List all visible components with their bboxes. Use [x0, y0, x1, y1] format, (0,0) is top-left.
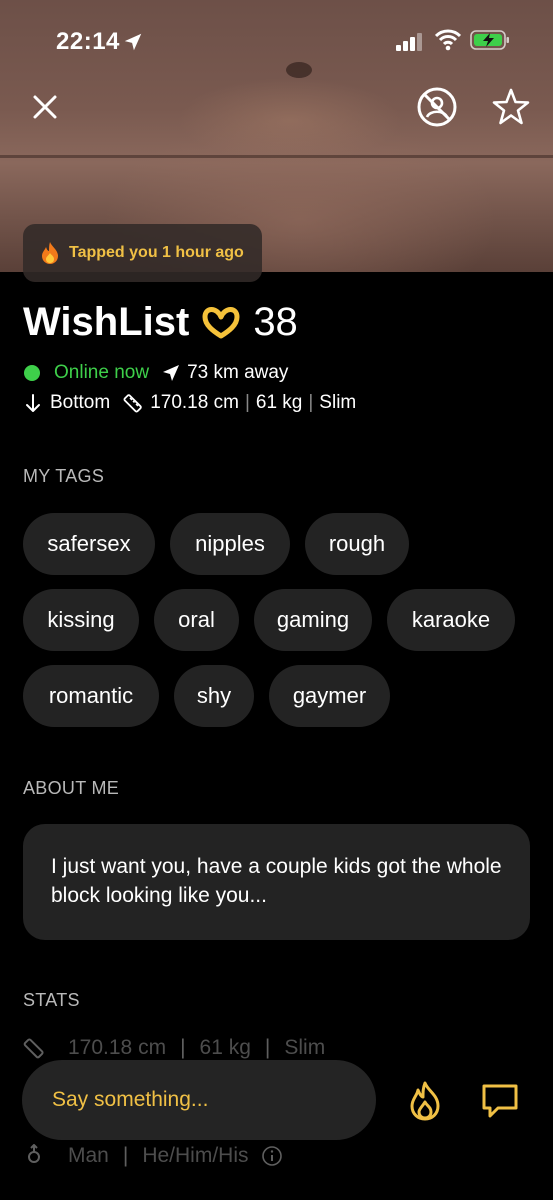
separator: | — [308, 392, 314, 413]
gender-icon — [28, 1144, 40, 1163]
photo-divider — [0, 155, 553, 158]
tag-chip[interactable]: gaymer — [269, 665, 390, 727]
stats-body-row: 170.18 cm | 61 kg | Slim — [22, 1036, 325, 1060]
status-time: 22:14 — [56, 28, 120, 55]
tag-chip[interactable]: nipples — [170, 513, 290, 575]
online-dot — [24, 365, 40, 381]
stats-pronouns: He/Him/His — [142, 1144, 249, 1167]
heart-hands-emoji — [202, 307, 240, 339]
about-me-card: I just want you, have a couple kids got … — [23, 824, 530, 940]
stats-identity-row: Man | He/Him/His — [22, 1144, 283, 1168]
online-status: Online now — [54, 362, 150, 383]
presence-row: Online now 73 km away — [24, 360, 288, 386]
profile-age: 38 — [253, 299, 298, 344]
height-text: 170.18 cm — [150, 392, 239, 413]
location-arrow-icon — [124, 33, 142, 51]
position-text: Bottom — [50, 392, 111, 413]
tag-chip[interactable]: rough — [305, 513, 409, 575]
star-icon[interactable] — [490, 86, 532, 128]
separator: | — [244, 392, 250, 413]
tag-chip[interactable]: gaming — [254, 589, 372, 651]
signal-icon — [396, 33, 422, 51]
location-arrow-icon — [163, 365, 180, 381]
battery-charging-icon — [470, 30, 509, 50]
message-input[interactable]: Say something... — [22, 1060, 376, 1140]
tap-badge: Tapped you 1 hour ago — [23, 224, 262, 282]
separator: | — [122, 1144, 129, 1167]
stats-weight: 61 kg — [199, 1036, 251, 1059]
weight-text: 61 kg — [255, 392, 303, 413]
ruler-icon — [23, 1038, 44, 1059]
close-icon — [33, 95, 57, 119]
ruler-icon — [123, 394, 142, 413]
message-placeholder: Say something... — [52, 1088, 209, 1111]
tag-chip[interactable]: safersex — [23, 513, 155, 575]
profile-name-row: WishList 38 — [23, 298, 298, 346]
info-icon[interactable] — [261, 1145, 283, 1167]
status-bar: 22:14 — [0, 0, 553, 80]
profile-name: WishList — [23, 299, 190, 344]
body-info-row: Bottom 170.18 cm | 61 kg | Slim — [24, 390, 356, 416]
tag-chip[interactable]: karaoke — [387, 589, 515, 651]
close-button[interactable] — [26, 88, 64, 126]
stats-body-type: Slim — [284, 1036, 326, 1059]
stats-section-title: STATS — [23, 990, 80, 1010]
block-user-icon[interactable] — [416, 86, 458, 128]
tag-chip[interactable]: romantic — [23, 665, 159, 727]
stats-gender: Man — [68, 1144, 109, 1167]
separator: | — [264, 1036, 271, 1059]
fire-icon[interactable] — [405, 1080, 445, 1122]
separator: | — [180, 1036, 186, 1059]
wifi-icon — [435, 29, 461, 51]
tap-badge-text: Tapped you 1 hour ago — [69, 244, 244, 261]
tag-chip[interactable]: shy — [174, 665, 254, 727]
tag-chip[interactable]: kissing — [23, 589, 139, 651]
tag-chip[interactable]: oral — [154, 589, 239, 651]
arrow-down-icon — [26, 394, 40, 412]
chat-bubble-icon[interactable] — [480, 1082, 520, 1120]
tags-section-title: MY TAGS — [23, 466, 105, 486]
distance-text: 73 km away — [187, 362, 289, 383]
about-section-title: ABOUT ME — [23, 778, 120, 798]
stats-height: 170.18 cm — [68, 1036, 167, 1059]
body-type-text: Slim — [319, 392, 357, 413]
fire-icon — [42, 242, 58, 264]
